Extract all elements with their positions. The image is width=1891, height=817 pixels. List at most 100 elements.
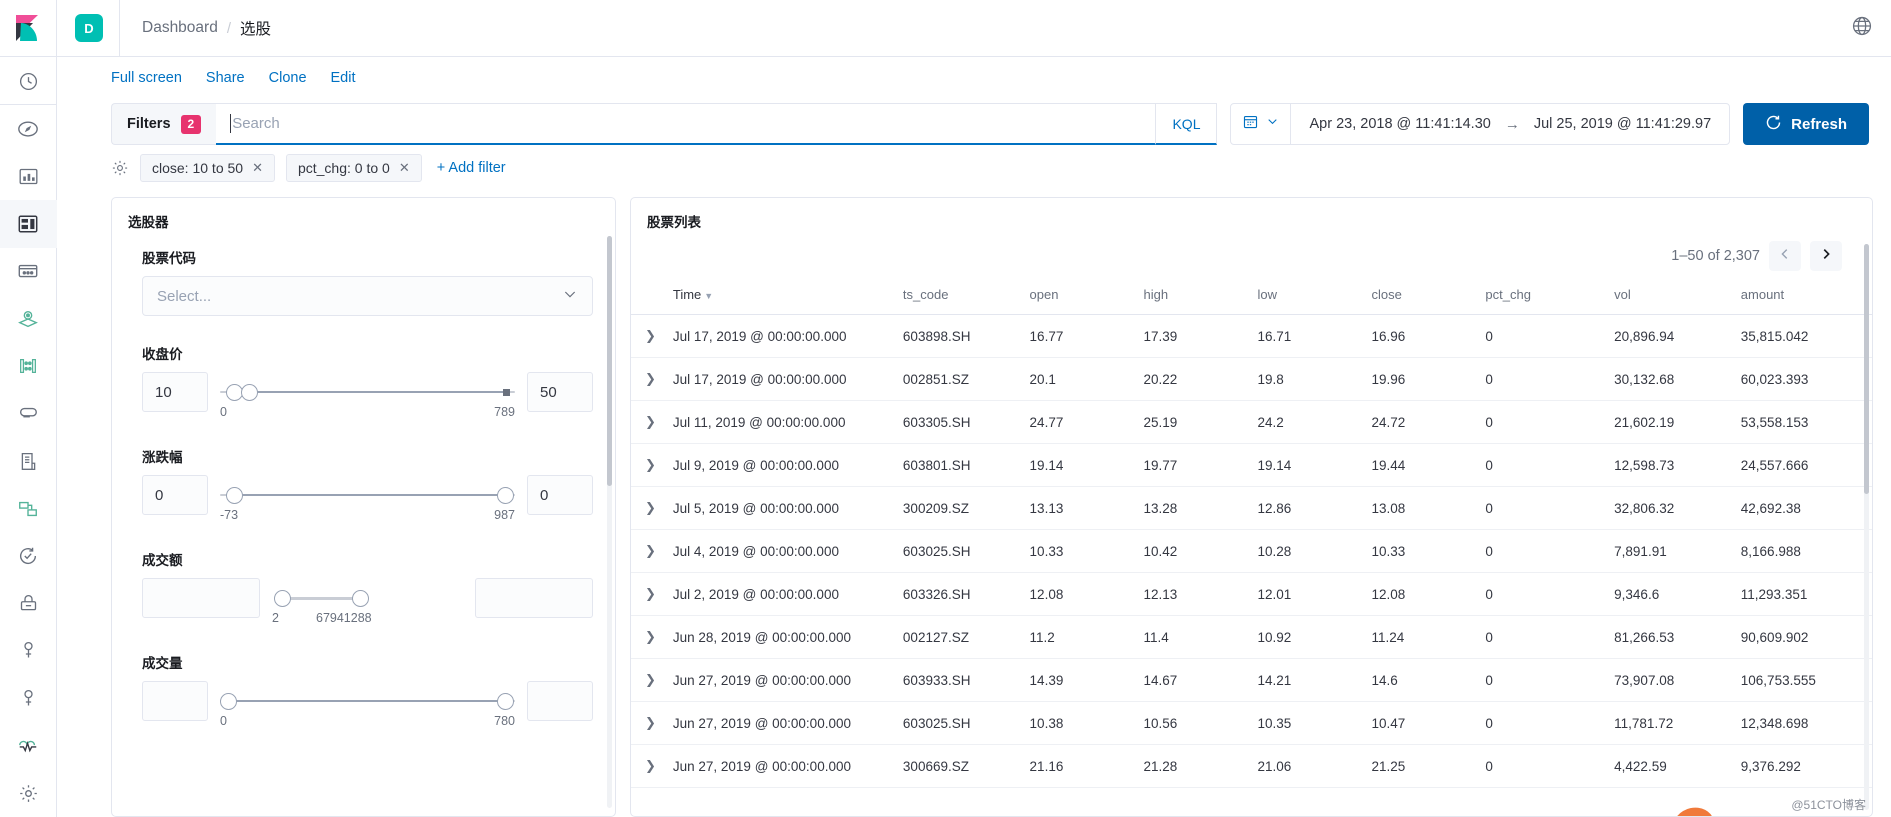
sidebar-item-discover[interactable] bbox=[0, 105, 57, 152]
clone-link[interactable]: Clone bbox=[269, 70, 307, 86]
table-row[interactable]: ❯ Jul 11, 2019 @ 00:00:00.000 603305.SH 24.… bbox=[631, 400, 1872, 444]
table-scrollbar-thumb[interactable] bbox=[1864, 244, 1869, 494]
column-header-amount[interactable]: amount bbox=[1734, 279, 1872, 315]
space-avatar[interactable]: D bbox=[75, 14, 103, 42]
sidebar-item-logs[interactable] bbox=[0, 438, 57, 485]
range-max-input[interactable] bbox=[527, 681, 593, 721]
table-row[interactable]: ❯ Jul 4, 2019 @ 00:00:00.000 603025.SH 10.3… bbox=[631, 529, 1872, 573]
slider-knob-min[interactable] bbox=[220, 693, 237, 710]
breadcrumb-dashboard[interactable]: Dashboard bbox=[142, 19, 218, 37]
table-body: ❯ Jul 17, 2019 @ 00:00:00.000 603898.SH 16.… bbox=[631, 314, 1872, 788]
filter-pill-close[interactable]: close: 10 to 50 ✕ bbox=[140, 154, 275, 182]
column-header-time[interactable]: Time ▼ bbox=[666, 279, 897, 315]
sidebar-item-monitoring[interactable] bbox=[0, 722, 57, 769]
full-screen-link[interactable]: Full screen bbox=[111, 70, 182, 86]
slider-knob-min[interactable] bbox=[273, 590, 291, 607]
share-link[interactable]: Share bbox=[206, 70, 245, 86]
table-row[interactable]: ❯ Jun 27, 2019 @ 00:00:00.000 300669.SZ 21.… bbox=[631, 744, 1872, 788]
cell-vol: 81,266.53 bbox=[1608, 615, 1735, 659]
range-slider[interactable]: 0 780 bbox=[220, 681, 515, 728]
screener-scrollbar-thumb[interactable] bbox=[607, 236, 612, 486]
range-max-input[interactable]: 50 bbox=[527, 372, 593, 412]
edit-link[interactable]: Edit bbox=[331, 70, 356, 86]
expand-row-button[interactable]: ❯ bbox=[631, 443, 667, 487]
column-header-close[interactable]: close bbox=[1365, 279, 1480, 315]
sidebar-item-siem[interactable] bbox=[0, 627, 57, 674]
slider-knob-min-2[interactable] bbox=[240, 384, 258, 401]
range-slider[interactable]: -73 987 bbox=[220, 475, 515, 522]
range-close-price: 收盘价 10 0 789 50 bbox=[142, 343, 593, 419]
close-icon[interactable]: ✕ bbox=[399, 160, 410, 176]
column-header-vol[interactable]: vol bbox=[1608, 279, 1735, 315]
range-min-input[interactable]: 0 bbox=[142, 475, 208, 515]
pagination-prev-button[interactable] bbox=[1769, 241, 1801, 271]
expand-row-button[interactable]: ❯ bbox=[631, 572, 667, 616]
sidebar-item-dashboard[interactable] bbox=[0, 200, 57, 248]
sidebar-item-infrastructure[interactable] bbox=[0, 485, 57, 532]
slider-knob-max[interactable] bbox=[352, 590, 370, 607]
expand-row-button[interactable]: ❯ bbox=[631, 658, 667, 702]
slider-track[interactable] bbox=[220, 689, 515, 713]
slider-track[interactable] bbox=[220, 380, 515, 404]
expand-row-button[interactable]: ❯ bbox=[631, 400, 667, 444]
slider-knob-max[interactable] bbox=[497, 487, 515, 504]
sidebar-item-recently-viewed[interactable] bbox=[0, 58, 57, 106]
pagination-next-button[interactable] bbox=[1810, 241, 1842, 271]
table-row[interactable]: ❯ Jun 28, 2019 @ 00:00:00.000 002127.SZ 11.… bbox=[631, 615, 1872, 659]
date-end[interactable]: Jul 25, 2019 @ 11:41:29.97 bbox=[1534, 116, 1711, 132]
filter-pill-pct-chg[interactable]: pct_chg: 0 to 0 ✕ bbox=[285, 154, 422, 182]
range-max-input[interactable]: 0 bbox=[527, 475, 593, 515]
slider-knob-max[interactable] bbox=[503, 389, 511, 396]
table-row[interactable]: ❯ Jul 17, 2019 @ 00:00:00.000 603898.SH 16.… bbox=[631, 314, 1872, 358]
date-start[interactable]: Apr 23, 2018 @ 11:41:14.30 bbox=[1309, 116, 1490, 132]
refresh-button[interactable]: Refresh bbox=[1743, 103, 1869, 145]
sidebar-item-management[interactable] bbox=[0, 770, 57, 817]
table-row[interactable]: ❯ Jul 9, 2019 @ 00:00:00.000 603801.SH 19.1… bbox=[631, 443, 1872, 487]
range-min-input[interactable]: 10 bbox=[142, 372, 208, 412]
table-row[interactable]: ❯ Jun 27, 2019 @ 00:00:00.000 603025.SH 10.… bbox=[631, 701, 1872, 745]
table-row[interactable]: ❯ Jul 2, 2019 @ 00:00:00.000 603326.SH 12.0… bbox=[631, 572, 1872, 616]
column-header-low[interactable]: low bbox=[1251, 279, 1366, 315]
column-header-high[interactable]: high bbox=[1137, 279, 1252, 315]
stock-code-select[interactable]: Select... bbox=[142, 276, 593, 316]
slider-track[interactable] bbox=[272, 586, 463, 610]
sidebar-item-graph[interactable] bbox=[0, 343, 57, 390]
table-row[interactable]: ❯ Jul 5, 2019 @ 00:00:00.000 300209.SZ 13.1… bbox=[631, 486, 1872, 530]
sidebar-item-maps[interactable] bbox=[0, 295, 57, 342]
range-slider[interactable]: 0 789 bbox=[220, 372, 515, 419]
expand-row-button[interactable]: ❯ bbox=[631, 357, 667, 401]
expand-row-button[interactable]: ❯ bbox=[631, 615, 667, 659]
slider-knob-max[interactable] bbox=[497, 693, 515, 710]
expand-row-button[interactable]: ❯ bbox=[631, 529, 667, 573]
expand-row-button[interactable]: ❯ bbox=[631, 701, 667, 745]
kibana-logo[interactable] bbox=[0, 0, 57, 57]
sidebar-item-dev-tools[interactable] bbox=[0, 675, 57, 722]
query-language-button[interactable]: KQL bbox=[1156, 103, 1218, 145]
globe-icon[interactable] bbox=[1851, 15, 1873, 42]
filters-button[interactable]: Filters 2 bbox=[111, 103, 217, 145]
add-filter-button[interactable]: + Add filter bbox=[437, 160, 506, 176]
range-slider[interactable]: 2 67941288 bbox=[272, 578, 463, 625]
column-header-ts-code[interactable]: ts_code bbox=[896, 279, 1024, 315]
slider-track[interactable] bbox=[220, 483, 515, 507]
date-quick-menu-button[interactable] bbox=[1231, 104, 1292, 144]
expand-row-button[interactable]: ❯ bbox=[631, 744, 667, 788]
expand-row-button[interactable]: ❯ bbox=[631, 314, 667, 358]
close-icon[interactable]: ✕ bbox=[252, 160, 263, 176]
column-header-open[interactable]: open bbox=[1023, 279, 1138, 315]
sidebar-item-apm[interactable] bbox=[0, 532, 57, 579]
slider-knob-min[interactable] bbox=[225, 487, 243, 504]
range-min-input[interactable] bbox=[142, 681, 208, 721]
table-row[interactable]: ❯ Jun 27, 2019 @ 00:00:00.000 603933.SH 14.… bbox=[631, 658, 1872, 702]
range-max-input[interactable] bbox=[475, 578, 593, 618]
sidebar-item-canvas[interactable] bbox=[0, 248, 57, 295]
column-header-pct-chg[interactable]: pct_chg bbox=[1479, 279, 1609, 315]
range-min-input[interactable] bbox=[142, 578, 260, 618]
sidebar-item-machine-learning[interactable] bbox=[0, 390, 57, 437]
table-row[interactable]: ❯ Jul 17, 2019 @ 00:00:00.000 002851.SZ 20.… bbox=[631, 357, 1872, 401]
expand-row-button[interactable]: ❯ bbox=[631, 486, 667, 530]
gear-icon[interactable] bbox=[111, 159, 129, 177]
search-input[interactable]: Search bbox=[216, 103, 1157, 145]
sidebar-item-uptime[interactable] bbox=[0, 580, 57, 627]
sidebar-item-visualize[interactable] bbox=[0, 153, 57, 200]
